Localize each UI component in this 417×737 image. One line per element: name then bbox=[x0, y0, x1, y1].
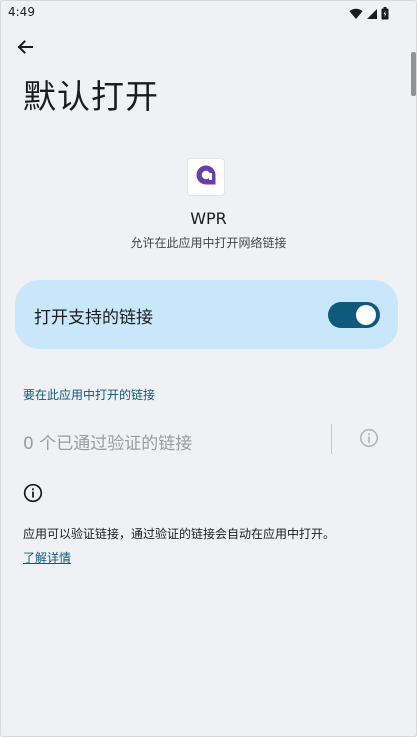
footer-info-icon bbox=[22, 483, 44, 507]
verified-links-count: 0 个已通过验证的链接 bbox=[23, 434, 193, 454]
verified-links-info-button[interactable] bbox=[358, 428, 380, 452]
learn-more-link[interactable]: 了解详情 bbox=[23, 549, 71, 566]
open-supported-links-toggle-card[interactable]: 打开支持的链接 bbox=[15, 280, 398, 349]
status-bar: 4:49 bbox=[0, 0, 417, 24]
open-supported-links-switch[interactable] bbox=[328, 302, 380, 328]
signal-icon bbox=[366, 5, 378, 24]
page-title: 默认打开 bbox=[23, 77, 159, 116]
row-divider bbox=[331, 424, 332, 454]
switch-thumb bbox=[356, 305, 376, 325]
status-time: 4:49 bbox=[8, 5, 35, 19]
arrow-back-icon bbox=[16, 38, 34, 60]
app-summary: 允许在此应用中打开网络链接 bbox=[130, 236, 287, 250]
back-button[interactable] bbox=[12, 36, 38, 62]
battery-icon bbox=[381, 5, 389, 24]
links-section-header: 要在此应用中打开的链接 bbox=[23, 388, 156, 402]
app-logo-icon bbox=[193, 162, 219, 192]
app-name: WPR bbox=[190, 209, 227, 228]
info-icon bbox=[359, 428, 379, 452]
footer-description: 应用可以验证链接，通过验证的链接会自动在应用中打开。 bbox=[23, 527, 336, 541]
scroll-indicator[interactable] bbox=[411, 52, 416, 96]
toggle-label: 打开支持的链接 bbox=[34, 308, 153, 328]
info-icon bbox=[23, 483, 43, 507]
app-icon bbox=[188, 159, 224, 195]
wifi-icon bbox=[349, 5, 363, 24]
status-icons bbox=[349, 5, 389, 24]
